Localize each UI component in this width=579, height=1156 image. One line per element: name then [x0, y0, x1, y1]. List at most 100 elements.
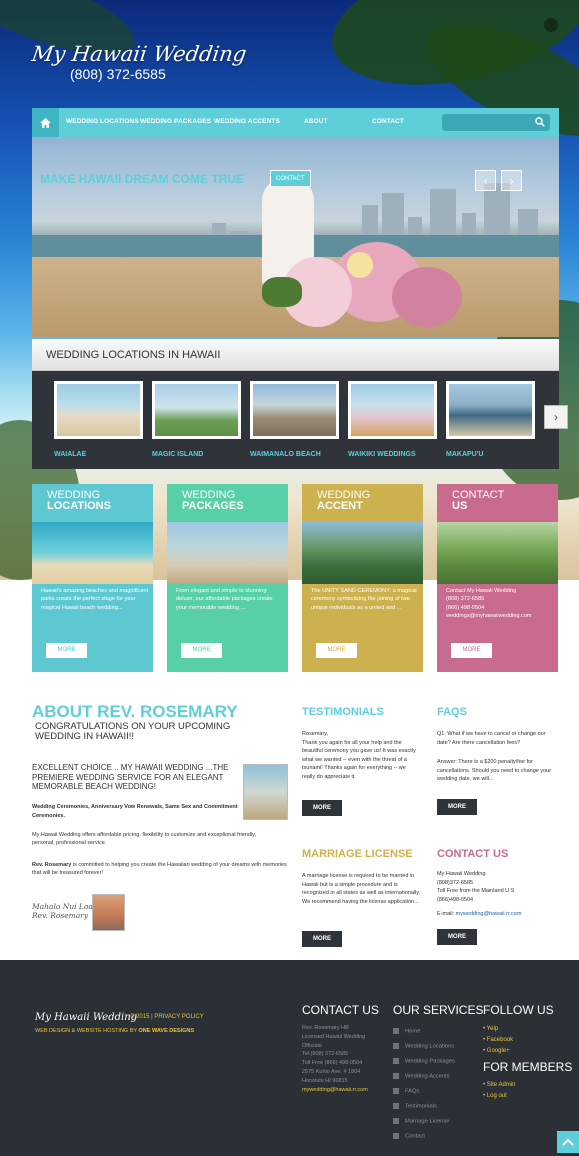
nav-wedding-locations[interactable]: WEDDING LOCATIONS — [66, 118, 139, 125]
location-label[interactable]: MAGIC ISLAND — [152, 451, 203, 458]
follow-label: Yelp — [486, 1026, 499, 1032]
nav-wedding-accents[interactable]: WEDDING ACCENTS — [214, 118, 280, 125]
card-more-button[interactable]: MORE — [451, 643, 492, 658]
location-label[interactable]: MAKAPU'U — [446, 451, 483, 458]
rev-name: Rev. Rosemary — [32, 862, 72, 868]
slider-prev-button[interactable]: ‹ — [475, 170, 496, 191]
member-site-admin[interactable]: • Site Admin — [483, 1082, 515, 1088]
about-paragraph-text: is committed to helping you create the H… — [32, 862, 287, 877]
card-image — [302, 522, 423, 584]
contact-email-link[interactable]: mywedding@hawaii.rr.com — [456, 911, 522, 917]
card-wedding-packages[interactable]: WEDDING PACKAGES From elegant and simple … — [167, 484, 288, 672]
faq-question: Q1. What if we have to cancel or change … — [437, 731, 546, 746]
thumb-waimanalo-beach[interactable] — [250, 381, 339, 439]
contact-title: CONTACT US — [437, 848, 509, 860]
card-text: Contact My Hawaii Wedding (808) 372-6585… — [446, 588, 532, 619]
location-label[interactable]: WAIMANALO BEACH — [250, 451, 321, 458]
site-logo[interactable]: My Hawaii Wedding — [30, 42, 248, 66]
search-input[interactable] — [442, 114, 550, 131]
card-more-button[interactable]: MORE — [46, 643, 87, 658]
footer-service-item[interactable]: Testimonials — [393, 1103, 437, 1110]
about-subtitle: CONGRATULATIONS ON YOUR UPCOMING WEDDING… — [35, 721, 231, 742]
card-more-button[interactable]: MORE — [181, 643, 222, 658]
slider-next-button[interactable]: › — [501, 170, 522, 191]
contact-email-line: E-mail: mywedding@hawaii.rr.com — [437, 910, 562, 919]
service-label: Marriage License — [405, 1118, 450, 1125]
location-label[interactable]: WAIKIKI WEDDINGS — [348, 451, 416, 458]
chevron-up-icon — [562, 1138, 574, 1146]
nav-contact[interactable]: CONTACT — [372, 118, 404, 125]
card-contact-us[interactable]: CONTACT US Contact My Hawaii Wedding (808… — [437, 484, 558, 672]
main-nav: WEDDING LOCATIONS WEDDING PACKAGES WEDDI… — [32, 108, 559, 137]
footer-contact-email[interactable]: mywedding@hawaii.rr.com — [302, 1086, 368, 1095]
footer-follow-title: FOLLOW US — [483, 1003, 554, 1017]
locations-heading: WEDDING LOCATIONS IN HAWAII — [46, 349, 221, 361]
hero-slider — [32, 137, 559, 337]
locations-header: WEDDING LOCATIONS IN HAWAII — [32, 339, 559, 371]
footer-service-item[interactable]: Wedding Locations — [393, 1043, 454, 1050]
footer-service-item[interactable]: Marriage License — [393, 1118, 449, 1125]
locations-next-button[interactable]: › — [544, 405, 568, 429]
footer-contact-title: CONTACT US — [302, 1003, 379, 1017]
about-services: Wedding Ceremonies, Anniversary Vow Rene… — [32, 804, 238, 819]
footer-service-item[interactable]: Contact — [393, 1133, 425, 1140]
follow-facebook[interactable]: • Facebook — [483, 1037, 513, 1043]
card-image — [167, 522, 288, 584]
search-icon[interactable] — [535, 117, 545, 127]
card-wedding-accent[interactable]: WEDDING ACCENT The UNITY SAND CEREMONY: a… — [302, 484, 423, 672]
member-label: Log out — [486, 1093, 507, 1099]
locations-carousel: WAIALAE MAGIC ISLAND WAIMANALO BEACH WAI… — [32, 371, 559, 469]
follow-google-plus[interactable]: • Google+ — [483, 1048, 510, 1054]
footer — [0, 960, 579, 1156]
credit-text: WEB DESIGN & WEBSITE HOSTING BY — [35, 1028, 139, 1034]
card-more-button[interactable]: MORE — [316, 643, 357, 658]
footer-service-item[interactable]: FAQs — [393, 1088, 420, 1095]
footer-contact-text: Rev. Rosemary Hill Licensed Hawaii Weddi… — [302, 1025, 366, 1084]
contact-more-button[interactable]: MORE — [437, 929, 477, 945]
faq-answer: Answer: There is a $200 penalty/fee for … — [437, 759, 552, 783]
member-label: Site Admin — [486, 1082, 516, 1088]
contact-text: My Hawaii Wedding (808)372-6585 Toll Fre… — [437, 871, 515, 903]
scroll-to-top-button[interactable] — [557, 1131, 579, 1153]
thumb-waialae[interactable] — [54, 381, 143, 439]
card-title-line2: ACCENT — [317, 500, 363, 512]
slider-contact-button[interactable]: CONTACT — [270, 170, 311, 187]
footer-service-item[interactable]: Wedding Packages — [393, 1058, 455, 1065]
thumb-waikiki-weddings[interactable] — [348, 381, 437, 439]
about-paragraph-2: Rev. Rosemary is committed to helping yo… — [32, 861, 290, 878]
follow-yelp[interactable]: • Yelp — [483, 1026, 498, 1032]
footer-copyright[interactable]: © 2015 | PRIVACY POLICY — [130, 1014, 204, 1020]
thumb-magic-island[interactable] — [152, 381, 241, 439]
footer-services-title: OUR SERVICES — [393, 1003, 484, 1017]
footer-logo[interactable]: My Hawaii Wedding — [35, 1012, 137, 1023]
home-icon[interactable] — [32, 108, 59, 137]
rev-photo — [92, 894, 125, 931]
member-log-out[interactable]: • Log out — [483, 1093, 507, 1099]
service-label: Contact — [405, 1133, 425, 1140]
service-label: Wedding Locations — [405, 1043, 455, 1050]
card-title-line2: LOCATIONS — [47, 500, 111, 512]
service-label: FAQs — [405, 1088, 420, 1095]
footer-service-item[interactable]: Wedding Accents — [393, 1073, 450, 1080]
corner-dot — [544, 18, 558, 32]
footer-credit: WEB DESIGN & WEBSITE HOSTING BY ONE WAVE… — [35, 1028, 194, 1034]
license-title: MARRIAGE LICENSE — [302, 848, 413, 860]
thumb-makapuu[interactable] — [446, 381, 535, 439]
testimonials-more-button[interactable]: MORE — [302, 800, 342, 816]
card-title-line2: US — [452, 500, 468, 512]
follow-label: Facebook — [486, 1037, 514, 1043]
service-label: Testimonials — [405, 1103, 437, 1110]
license-more-button[interactable]: MORE — [302, 931, 342, 947]
faqs-more-button[interactable]: MORE — [437, 799, 477, 815]
card-title-line2: PACKAGES — [182, 500, 244, 512]
nav-wedding-packages[interactable]: WEDDING PACKAGES — [140, 118, 211, 125]
location-label[interactable]: WAIALAE — [54, 451, 86, 458]
service-label: Wedding Accents — [405, 1073, 450, 1080]
card-text: From elegant and simple to stunning delu… — [176, 588, 273, 611]
follow-label: Google+ — [486, 1048, 510, 1054]
nav-about[interactable]: ABOUT — [304, 118, 328, 125]
footer-service-item[interactable]: Home — [393, 1028, 420, 1035]
card-wedding-locations[interactable]: WEDDING LOCATIONS Hawaii's amazing beache… — [32, 484, 153, 672]
credit-link[interactable]: ONE WAVE DESIGNS — [139, 1028, 195, 1034]
about-lead: EXCELLENT CHOICE .. MY HAWAII WEDDING ..… — [32, 763, 229, 792]
